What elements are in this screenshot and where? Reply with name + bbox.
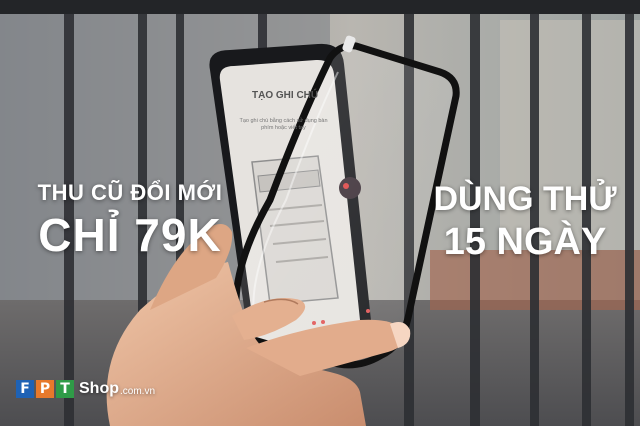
- trial-heading: DÙNG THỬ: [433, 180, 617, 218]
- logo-domain: .com.vn: [120, 385, 156, 397]
- logo-letter-f: F: [16, 380, 34, 398]
- trial-promo: DÙNG THỬ 15 NGÀY: [430, 180, 620, 264]
- trade-in-price: CHỈ 79K: [38, 209, 222, 261]
- trial-duration: 15 NGÀY: [443, 221, 607, 263]
- banner: ⌂ ← TẠO GHI CHÚ Tạo ghi chú bằng cách sử…: [0, 0, 640, 426]
- fence-rail: [0, 0, 640, 14]
- logo-letter-p: P: [36, 380, 54, 398]
- logo-brand: Shop: [79, 380, 119, 397]
- fpt-shop-logo: F P T Shop .com.vn: [16, 380, 155, 398]
- logo-letter-t: T: [56, 380, 74, 398]
- phone-screen-title: TẠO GHI CHÚ: [252, 90, 319, 101]
- trade-in-promo: THU CŨ ĐỔI MỚI CHỈ 79K: [30, 180, 230, 262]
- trade-in-heading: THU CŨ ĐỔI MỚI: [37, 180, 223, 205]
- fpt-tiles: F P T: [16, 380, 74, 398]
- phone-screen-text: Tạo ghi chú bằng cách sử dụng bàn phím h…: [239, 118, 328, 132]
